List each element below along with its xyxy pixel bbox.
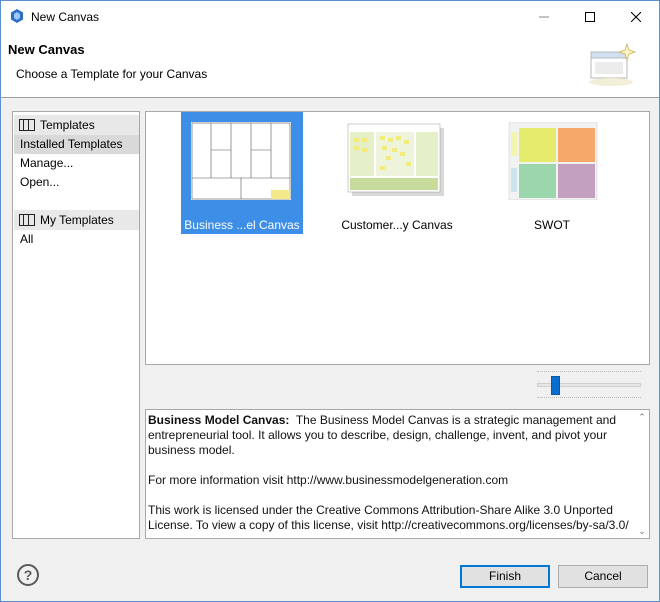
new-canvas-dialog: New Canvas New Canvas Choose a Template … [0, 0, 660, 602]
cancel-button[interactable]: Cancel [558, 565, 648, 588]
template-label: Business ...el Canvas [184, 218, 300, 232]
description-more-info: For more information visit http://www.bu… [148, 473, 509, 487]
templates-group-header: Templates [14, 115, 139, 135]
group-label: My Templates [40, 213, 114, 227]
template-business-model-canvas[interactable]: Business ...el Canvas [181, 112, 303, 234]
table-icon [19, 214, 35, 226]
zoom-slider-thumb[interactable] [551, 376, 561, 395]
finish-button[interactable]: Finish [460, 565, 550, 588]
wizard-banner-icon [589, 42, 637, 86]
template-description: Business Model Canvas: The Business Mode… [145, 409, 650, 539]
sidebar-item-manage[interactable]: Manage... [14, 154, 139, 173]
template-swot[interactable]: SWOT [491, 112, 613, 234]
minimize-button[interactable] [521, 1, 567, 32]
group-label: Templates [40, 118, 95, 132]
maximize-button[interactable] [567, 1, 613, 32]
sidebar-item-all[interactable]: All [14, 230, 139, 249]
title-bar: New Canvas [1, 1, 659, 32]
swot-thumbnail [508, 122, 598, 200]
sidebar-item-installed-templates[interactable]: Installed Templates [14, 135, 139, 154]
description-license: This work is licensed under the Creative… [148, 503, 629, 532]
minimize-icon [539, 16, 549, 17]
my-templates-group-header: My Templates [14, 210, 139, 230]
template-label: SWOT [534, 218, 570, 232]
page-title: New Canvas [8, 42, 85, 57]
business-model-canvas-thumbnail [191, 122, 291, 200]
chevron-down-icon[interactable]: ⌄ [637, 526, 647, 536]
sidebar-item-open[interactable]: Open... [14, 173, 139, 192]
window-title: New Canvas [31, 10, 100, 24]
close-icon [631, 11, 641, 22]
template-gallery: Business ...el Canvas Customer...y Canva… [145, 111, 650, 365]
description-title: Business Model Canvas: [148, 413, 290, 427]
customer-canvas-thumbnail [347, 123, 444, 196]
table-icon [19, 119, 35, 131]
template-customer-canvas[interactable]: Customer...y Canvas [336, 112, 458, 234]
help-icon[interactable]: ? [17, 564, 39, 586]
slider-ticks-bottom [537, 397, 641, 399]
maximize-icon [585, 11, 595, 22]
chevron-up-icon[interactable]: ⌃ [637, 412, 647, 422]
page-subtitle: Choose a Template for your Canvas [16, 67, 208, 81]
close-button[interactable] [613, 1, 659, 32]
app-logo-icon [11, 9, 23, 23]
slider-ticks-top [537, 371, 641, 375]
template-label: Customer...y Canvas [341, 218, 453, 232]
wizard-header: New Canvas Choose a Template for your Ca… [1, 32, 659, 98]
template-category-panel: Templates Installed Templates Manage... … [12, 111, 140, 539]
